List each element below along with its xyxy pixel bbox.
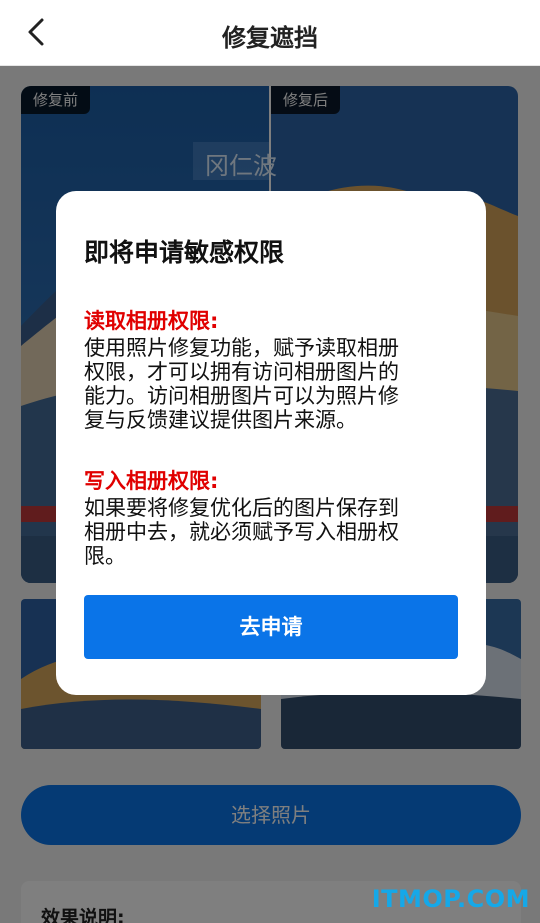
read-permission-body: 使用照片修复功能，赋予读取相册 权限，才可以拥有访问相册图片的 能力。访问相册图… <box>84 336 456 432</box>
dialog-title: 即将申请敏感权限 <box>84 238 285 267</box>
write-body-line: 限。 <box>84 544 126 568</box>
page-title: 修复遮挡 <box>222 24 318 52</box>
read-body-line: 使用照片修复功能，赋予读取相册 <box>84 336 399 360</box>
write-permission-title: 写入相册权限: <box>84 469 219 493</box>
write-body-line: 如果要将修复优化后的图片保存到 <box>84 496 399 520</box>
permission-dialog: 即将申请敏感权限 读取相册权限: 使用照片修复功能，赋予读取相册 权限，才可以拥… <box>56 191 486 695</box>
apply-permission-button[interactable]: 去申请 <box>84 595 458 659</box>
header-bar: 修复遮挡 <box>0 0 540 66</box>
read-body-line: 复与反馈建议提供图片来源。 <box>84 408 357 432</box>
read-body-line: 权限，才可以拥有访问相册图片的 <box>84 360 399 384</box>
write-permission-body: 如果要将修复优化后的图片保存到 相册中去，就必须赋予写入相册权 限。 <box>84 496 456 568</box>
brand-watermark: ITMOP.COM <box>371 885 530 913</box>
write-body-line: 相册中去，就必须赋予写入相册权 <box>84 520 399 544</box>
read-permission-title: 读取相册权限: <box>84 309 219 333</box>
read-body-line: 能力。访问相册图片可以为照片修 <box>84 384 399 408</box>
